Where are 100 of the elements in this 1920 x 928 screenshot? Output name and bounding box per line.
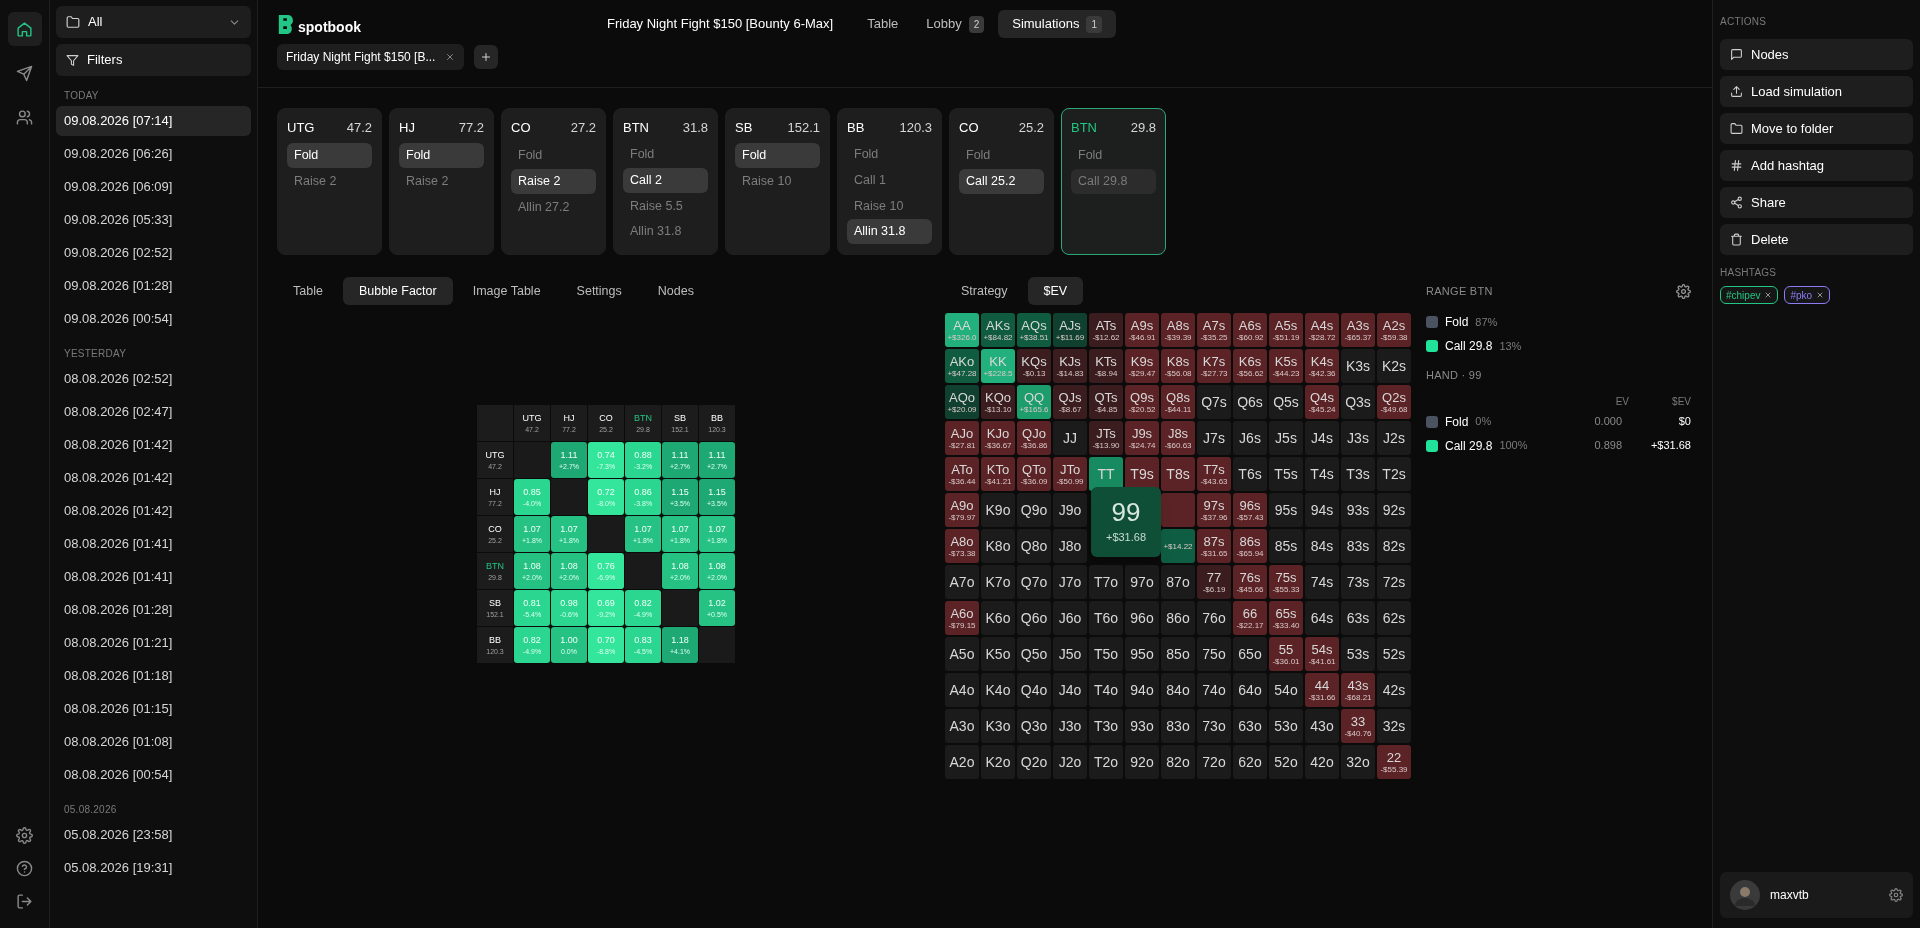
hand-cell[interactable]: T8s <box>1161 457 1195 491</box>
hand-cell[interactable]: 55 -$36.01 <box>1269 637 1303 671</box>
hand-cell[interactable]: J9o <box>1053 493 1087 527</box>
hand-cell[interactable]: J7s <box>1197 421 1231 455</box>
close-icon[interactable] <box>445 52 456 62</box>
hand-cell[interactable]: 82o <box>1161 745 1195 779</box>
session-item[interactable]: 08.08.2026 [02:52] <box>56 364 251 394</box>
open-tab[interactable]: Friday Night Fight $150 [B... <box>277 44 465 70</box>
hand-cell[interactable]: KTo -$41.21 <box>981 457 1015 491</box>
hand-cell[interactable]: K5o <box>981 637 1015 671</box>
action-option[interactable]: Fold <box>959 142 1044 168</box>
hand-cell[interactable]: 73o <box>1197 709 1231 743</box>
hand-cell[interactable]: KQo -$13.10 <box>981 385 1015 419</box>
hand-cell[interactable]: 74s <box>1305 565 1339 599</box>
hand-cell[interactable]: 96o <box>1125 601 1159 635</box>
action-option[interactable]: Call 25.2 <box>959 168 1044 194</box>
hand-cell[interactable]: T3s <box>1341 457 1375 491</box>
hashtag-chip[interactable]: #chipev <box>1720 286 1779 304</box>
view-tab[interactable]: Bubble Factor <box>342 277 453 305</box>
hand-cell[interactable]: 66 -$22.17 <box>1233 601 1267 635</box>
action-option[interactable]: Raise 2 <box>511 168 596 194</box>
session-item[interactable]: 09.08.2026 [01:28] <box>56 271 251 301</box>
hand-cell[interactable]: 54o <box>1269 673 1303 707</box>
hand-cell[interactable]: 63s <box>1341 601 1375 635</box>
hand-cell[interactable]: J3s <box>1341 421 1375 455</box>
hand-cell[interactable]: K4s -$42.36 <box>1305 349 1339 383</box>
hand-cell[interactable]: K6s -$56.62 <box>1233 349 1267 383</box>
view-tab[interactable]: Nodes <box>641 277 710 305</box>
hand-cell[interactable]: A6s -$60.92 <box>1233 313 1267 347</box>
action-option[interactable]: Raise 2 <box>287 168 372 194</box>
hand-cell[interactable]: Q2s -$49.68 <box>1377 385 1411 419</box>
help-icon[interactable] <box>16 860 33 877</box>
action-button[interactable]: Load simulation <box>1720 76 1913 107</box>
hand-cell[interactable]: J2s <box>1377 421 1411 455</box>
session-item[interactable]: 08.08.2026 [01:42] <box>56 496 251 526</box>
hand-cell[interactable]: A3o <box>945 709 979 743</box>
hand-cell[interactable]: T7s -$43.63 <box>1197 457 1231 491</box>
action-option[interactable]: Allin 31.8 <box>847 219 932 244</box>
hand-cell[interactable]: QTo -$36.09 <box>1017 457 1051 491</box>
hand-cell[interactable]: A7s -$35.25 <box>1197 313 1231 347</box>
hand-cell[interactable]: Q5o <box>1017 637 1051 671</box>
hand-cell[interactable]: 95o <box>1125 637 1159 671</box>
session-item[interactable]: 09.08.2026 [07:14] <box>56 106 251 136</box>
hand-cell[interactable]: Q8s -$44.11 <box>1161 385 1195 419</box>
hand-cell[interactable]: Q9o <box>1017 493 1051 527</box>
hand-cell[interactable]: 44 -$31.66 <box>1305 673 1339 707</box>
hand-cell[interactable]: JTs -$13.90 <box>1089 421 1123 455</box>
settings-icon[interactable] <box>1889 888 1903 902</box>
hand-cell[interactable]: QJs -$8.67 <box>1053 385 1087 419</box>
action-option[interactable]: Raise 10 <box>735 168 820 194</box>
settings-icon[interactable] <box>1676 283 1691 299</box>
hand-cell[interactable]: 62o <box>1233 745 1267 779</box>
hand-cell[interactable]: A8o -$73.38 <box>945 529 979 563</box>
hand-cell[interactable]: Q8o <box>1017 529 1051 563</box>
action-card[interactable]: BTN 31.8 Fold Call 2 Raise 5.5 Allin 31.8 <box>613 108 718 255</box>
hand-cell[interactable]: 86o <box>1161 601 1195 635</box>
hand-cell[interactable]: 82s <box>1377 529 1411 563</box>
hand-cell[interactable]: AJs +$11.69 <box>1053 313 1087 347</box>
action-card[interactable]: BB 120.3 Fold Call 1 Raise 10 Allin 31.8 <box>837 108 942 255</box>
hand-cell[interactable]: 65o <box>1233 637 1267 671</box>
hand-cell[interactable]: KTs -$8.94 <box>1089 349 1123 383</box>
hand-cell[interactable]: AKs +$84.82 <box>981 313 1015 347</box>
hand-cell[interactable]: A4o <box>945 673 979 707</box>
hand-cell[interactable]: A7o <box>945 565 979 599</box>
hand-cell[interactable]: T4o <box>1089 673 1123 707</box>
hand-cell[interactable]: +$14.22 <box>1161 529 1195 563</box>
hand-cell[interactable]: 94s <box>1305 493 1339 527</box>
hand-cell[interactable]: J4o <box>1053 673 1087 707</box>
hand-cell[interactable]: ATs -$12.62 <box>1089 313 1123 347</box>
action-option[interactable]: Fold <box>1071 142 1156 168</box>
session-item[interactable]: 09.08.2026 [00:54] <box>56 304 251 334</box>
hand-cell[interactable]: 72s <box>1377 565 1411 599</box>
hand-cell[interactable]: T6o <box>1089 601 1123 635</box>
hand-cell[interactable]: 72o <box>1197 745 1231 779</box>
hand-cell[interactable]: AQs +$38.51 <box>1017 313 1051 347</box>
action-card[interactable]: BTN 29.8 Fold Call 29.8 <box>1061 108 1166 255</box>
view-tab[interactable]: $EV <box>1027 277 1084 305</box>
nav-button[interactable] <box>7 12 42 46</box>
hand-cell[interactable]: T4s <box>1305 457 1339 491</box>
action-option[interactable]: Allin 27.2 <box>511 194 596 220</box>
action-option[interactable]: Fold <box>623 142 708 168</box>
hand-cell[interactable]: Q3o <box>1017 709 1051 743</box>
close-icon[interactable] <box>1764 291 1773 299</box>
hand-cell[interactable]: K6o <box>981 601 1015 635</box>
hand-cell[interactable]: 33 -$40.76 <box>1341 709 1375 743</box>
hand-cell[interactable]: J2o <box>1053 745 1087 779</box>
hand-cell[interactable]: A5o <box>945 637 979 671</box>
session-item[interactable]: 08.08.2026 [01:21] <box>56 628 251 658</box>
view-tab[interactable]: Settings <box>560 277 638 305</box>
hand-cell[interactable]: 85o <box>1161 637 1195 671</box>
hand-cell[interactable]: Q2o <box>1017 745 1051 779</box>
action-option[interactable]: Raise 2 <box>399 168 484 194</box>
hand-cell[interactable]: 83o <box>1161 709 1195 743</box>
action-option[interactable]: Fold <box>287 142 372 168</box>
hand-cell[interactable]: T6s <box>1233 457 1267 491</box>
hand-cell[interactable]: 32s <box>1377 709 1411 743</box>
hand-cell[interactable]: K2o <box>981 745 1015 779</box>
close-icon[interactable] <box>1816 291 1825 299</box>
hand-cell[interactable]: Q4o <box>1017 673 1051 707</box>
hand-cell[interactable]: 93o <box>1125 709 1159 743</box>
